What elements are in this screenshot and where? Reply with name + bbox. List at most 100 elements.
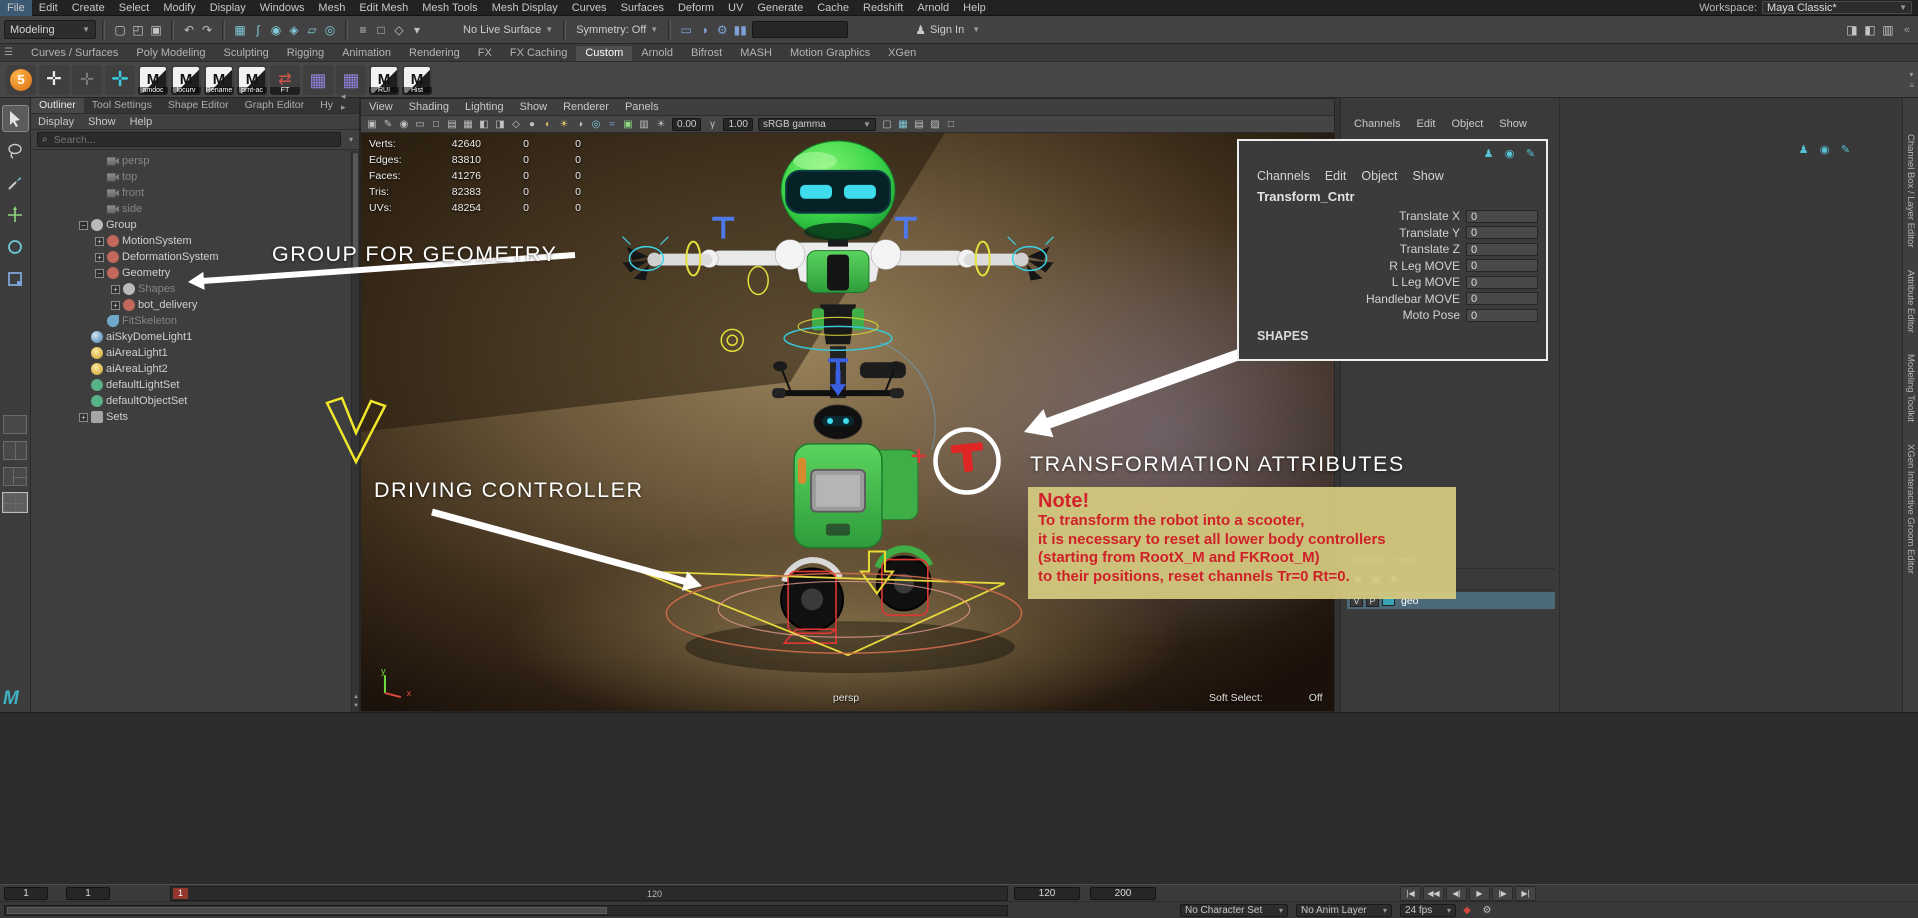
dock-pin-icon[interactable]: ♟ (1796, 142, 1811, 157)
outliner-item[interactable]: + Shapes (65, 281, 351, 297)
grease-pencil-icon[interactable]: ✎ (380, 117, 396, 132)
safe-title-icon[interactable]: ◨ (492, 117, 508, 132)
dock-menu-item[interactable]: Channels (1347, 118, 1407, 130)
panel-tab[interactable]: Shape Editor (160, 98, 237, 113)
auto-key-icon[interactable]: ◆ (1460, 904, 1474, 917)
menubar-item[interactable]: Arnold (910, 0, 956, 16)
shelf-item-skeleton-white[interactable]: ✛ (39, 64, 69, 95)
channel-value-field[interactable]: 0 (1466, 292, 1538, 306)
shelf-item-skeleton-dark[interactable]: ✛ (72, 64, 102, 95)
menubar-item[interactable]: Cache (810, 0, 856, 16)
menubar-item[interactable]: Mesh Display (485, 0, 565, 16)
scroll-down-icon[interactable]: ▼ (352, 702, 360, 711)
playback-start-field[interactable] (4, 887, 48, 900)
outliner-item[interactable]: − Group (65, 217, 351, 233)
select-mask-icon[interactable]: ▾ (408, 21, 426, 39)
lasso-tool[interactable] (3, 138, 28, 163)
panel-tab[interactable]: Tool Settings (84, 98, 160, 113)
camera-lock-icon[interactable]: ◉ (396, 117, 412, 132)
select-tool[interactable] (1, 105, 29, 132)
menubar-item[interactable]: Select (112, 0, 157, 16)
shadows-icon[interactable]: ◑ (572, 117, 588, 132)
workspace-selector[interactable]: Maya Classic* ▼ (1762, 1, 1912, 14)
expand-toggle-icon[interactable]: + (111, 300, 120, 310)
shelf-tab[interactable]: Curves / Surfaces (22, 46, 127, 61)
scroll-up-icon[interactable]: ▲ (352, 693, 360, 702)
move-tool[interactable] (3, 202, 28, 227)
expand-toggle-icon[interactable]: + (111, 284, 120, 294)
menubar-item[interactable]: Edit (32, 0, 65, 16)
file-new-icon[interactable]: ▢ (111, 21, 129, 39)
rotate-tool[interactable] (3, 234, 28, 259)
snap-to-view-plane-icon[interactable]: ▱ (303, 21, 321, 39)
step-back-frame-button[interactable]: ◀| (1446, 886, 1467, 901)
shelf-tab[interactable]: Motion Graphics (781, 46, 879, 61)
shelf-item-ft[interactable]: ⇄ FT (270, 64, 300, 95)
character-set-selector[interactable]: No Character Set ▾ (1180, 904, 1288, 917)
viewport-menu-item[interactable]: Lighting (457, 101, 512, 113)
select-camera-icon[interactable]: ▣ (364, 117, 380, 132)
channel-box-menu-item[interactable]: Edit (1319, 169, 1353, 183)
background-gradient-icon[interactable]: ▨ (927, 117, 943, 132)
dock-edit-icon[interactable]: ✎ (1838, 142, 1853, 157)
channel-box-menu-item[interactable]: Object (1355, 169, 1403, 183)
channel-value-field[interactable]: 0 (1466, 308, 1538, 322)
outliner-menu-item[interactable]: Help (123, 116, 160, 128)
render-view-icon[interactable]: ▭ (677, 21, 695, 39)
shelf-menu-icon[interactable]: ☰ (4, 47, 13, 58)
use-all-lights-icon[interactable]: ☀ (556, 117, 572, 132)
outliner-item[interactable]: − Geometry (65, 265, 351, 281)
shelf-tab[interactable]: Arnold (632, 46, 682, 61)
shelf-overflow-icon[interactable]: ▾ (1909, 70, 1914, 79)
redo-icon[interactable]: ↷ (198, 21, 216, 39)
menubar-item[interactable]: Modify (156, 0, 202, 16)
dock-manip-icon[interactable]: ◉ (1817, 142, 1832, 157)
current-time-field[interactable] (66, 887, 110, 900)
textured-icon[interactable]: ◐ (540, 117, 556, 132)
channel-attribute-row[interactable]: Moto Pose 0 (1239, 307, 1546, 324)
shelf-tab[interactable]: Animation (333, 46, 400, 61)
channel-attribute-row[interactable]: Handlebar MOVE 0 (1239, 291, 1546, 308)
pause-viewport-icon[interactable]: ▮▮ (731, 21, 749, 39)
time-slider[interactable]: 1 120 (170, 886, 1008, 901)
three-pane-layout-button[interactable] (3, 467, 27, 486)
render-settings-icon[interactable]: ⚙ (713, 21, 731, 39)
channel-edit-icon[interactable]: ✎ (1523, 146, 1538, 161)
outliner-item[interactable]: top (65, 169, 351, 185)
filter-chevron-icon[interactable]: ▾ (349, 135, 353, 144)
numeric-input-field[interactable] (752, 21, 849, 38)
two-pane-layout-button[interactable] (3, 441, 27, 460)
snap-to-projected-center-icon[interactable]: ◈ (285, 21, 303, 39)
menubar-item[interactable]: Curves (565, 0, 614, 16)
search-input[interactable] (51, 132, 336, 147)
viewport-menu-item[interactable]: Renderer (555, 101, 617, 113)
hud-toggle-icon[interactable]: ▤ (911, 117, 927, 132)
paint-select-tool[interactable] (3, 170, 28, 195)
viewport-menu-item[interactable]: Panels (617, 101, 667, 113)
shelf-item-locurv[interactable]: M locurv (171, 64, 201, 95)
menubar-item[interactable]: Create (65, 0, 112, 16)
shelf-tab[interactable]: XGen (879, 46, 925, 61)
channel-pin-icon[interactable]: ♟ (1481, 146, 1496, 161)
shelf-item-grid-a[interactable]: ▦ (303, 64, 333, 95)
menubar-item[interactable]: Display (203, 0, 253, 16)
channel-value-field[interactable]: 0 (1466, 209, 1538, 223)
expand-toggle-icon[interactable]: + (95, 252, 104, 262)
menubar-item[interactable]: Surfaces (614, 0, 671, 16)
colorspace-selector[interactable]: sRGB gamma ▼ (757, 117, 876, 131)
anim-layer-selector[interactable]: No Anim Layer ▾ (1296, 904, 1392, 917)
shelf-item-amdoc[interactable]: M amdoc (138, 64, 168, 95)
shelf-tab[interactable]: Sculpting (215, 46, 278, 61)
outline-icon[interactable]: □ (943, 117, 959, 132)
panel-tab[interactable]: Hy (312, 98, 341, 113)
viewport-3d-area[interactable]: Verts: 42640 0 0 Edges: 83810 0 0 Faces: 41276 0… (361, 133, 1334, 711)
shelf-tab[interactable]: MASH (731, 46, 781, 61)
menubar-item[interactable]: UV (721, 0, 750, 16)
channel-box-menu-item[interactable]: Channels (1251, 169, 1316, 183)
grid-toggle-icon[interactable]: ▦ (895, 117, 911, 132)
go-to-end-button[interactable]: ▶| (1515, 886, 1536, 901)
viewport-menu-item[interactable]: Shading (401, 101, 457, 113)
menubar-item[interactable]: File (0, 0, 32, 16)
shelf-tab[interactable]: Rigging (278, 46, 333, 61)
channel-value-field[interactable]: 0 (1466, 259, 1538, 273)
